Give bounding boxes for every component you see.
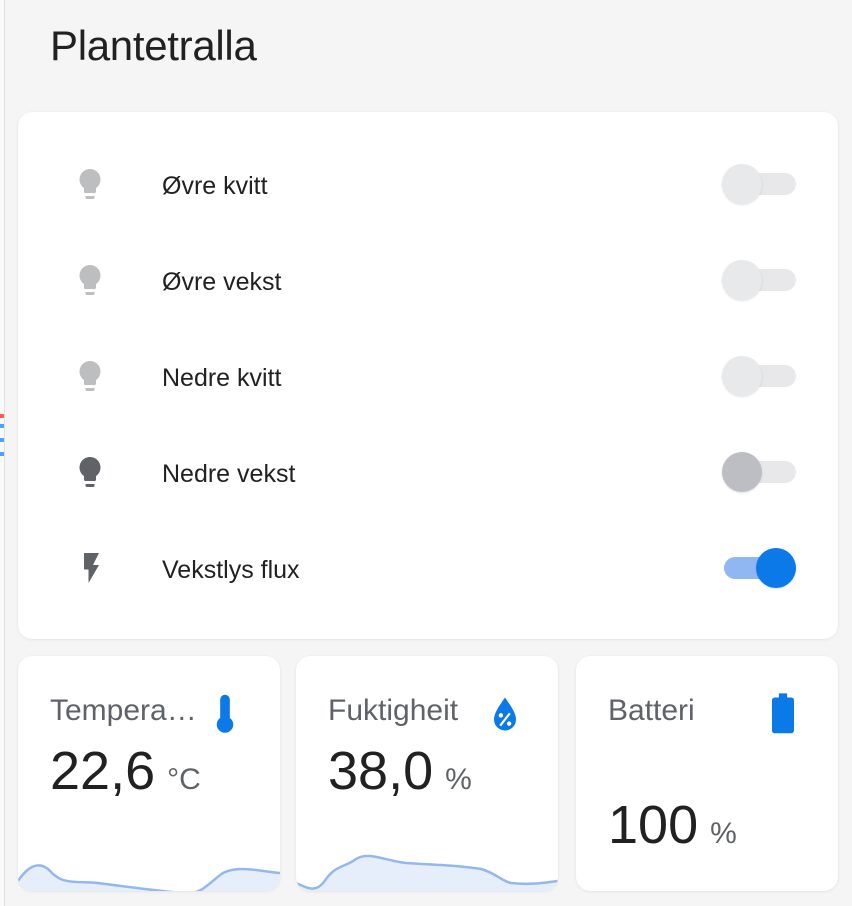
entity-row-nedre-vekst[interactable]: Nedre vekst: [18, 442, 838, 502]
vekstlys-flux-toggle[interactable]: [722, 548, 798, 588]
entity-label: Øvre vekst: [162, 268, 282, 296]
sensor-value: 22,6 °C: [50, 740, 201, 802]
lightbulb-icon: [79, 169, 101, 199]
entity-row-vekstlys-flux[interactable]: Vekstlys flux: [18, 538, 838, 598]
toggle-thumb: [722, 164, 762, 204]
sensor-value: 38,0%: [328, 740, 472, 802]
temperature-sensor-card[interactable]: Tempera… 22,6 °C: [18, 656, 280, 891]
entity-row-ovre-kvitt[interactable]: Øvre kvitt: [18, 154, 838, 214]
water-percent-icon: [494, 697, 516, 731]
entity-row-nedre-kvitt[interactable]: Nedre kvitt: [18, 346, 838, 406]
toggle-thumb: [722, 452, 762, 492]
entity-label: Nedre vekst: [162, 460, 296, 488]
temperature-unit: °C: [167, 763, 201, 796]
edge-marker-blue: [0, 424, 4, 428]
toggle-thumb: [722, 260, 762, 300]
battery-icon: [772, 693, 794, 734]
lightning-bolt-icon: [84, 553, 99, 583]
toggle-thumb: [722, 356, 762, 396]
thermometer-icon: [216, 694, 234, 733]
page-title: Plantetralla: [50, 22, 257, 69]
entity-label: Nedre kvitt: [162, 364, 282, 392]
humidity-sensor-card[interactable]: Fuktigheit 38,0%: [296, 656, 558, 891]
battery-unit: %: [710, 817, 737, 850]
entity-label: Øvre kvitt: [162, 172, 268, 200]
nedre-vekst-toggle[interactable]: [722, 452, 798, 492]
entities-card: Øvre kvitt Øvre vekst Nedre kvitt Nedre …: [18, 112, 838, 639]
edge-marker-red: [0, 414, 4, 418]
ovre-vekst-toggle[interactable]: [722, 260, 798, 300]
nedre-kvitt-toggle[interactable]: [722, 356, 798, 396]
lightbulb-icon: [79, 457, 101, 487]
ovre-kvitt-toggle[interactable]: [722, 164, 798, 204]
entity-row-ovre-vekst[interactable]: Øvre vekst: [18, 250, 838, 310]
humidity-sparkline: [296, 854, 558, 891]
sidebar-edge: [0, 0, 5, 906]
toggle-thumb: [756, 548, 796, 588]
sensor-name: Batteri: [608, 694, 695, 727]
sensor-value: 100%: [608, 794, 737, 856]
battery-sensor-card[interactable]: Batteri 100%: [576, 656, 838, 891]
edge-marker-blue: [0, 452, 4, 456]
temperature-sparkline: [18, 864, 280, 891]
humidity-value: 38,0: [328, 741, 434, 801]
lightbulb-icon: [79, 265, 101, 295]
temperature-value: 22,6: [50, 741, 156, 801]
sensor-name: Tempera…: [50, 694, 197, 727]
humidity-unit: %: [445, 763, 472, 796]
edge-marker-blue: [0, 438, 4, 442]
lightbulb-icon: [79, 361, 101, 391]
entity-label: Vekstlys flux: [162, 556, 300, 584]
sensor-name: Fuktigheit: [328, 694, 459, 727]
battery-value: 100: [608, 795, 699, 855]
